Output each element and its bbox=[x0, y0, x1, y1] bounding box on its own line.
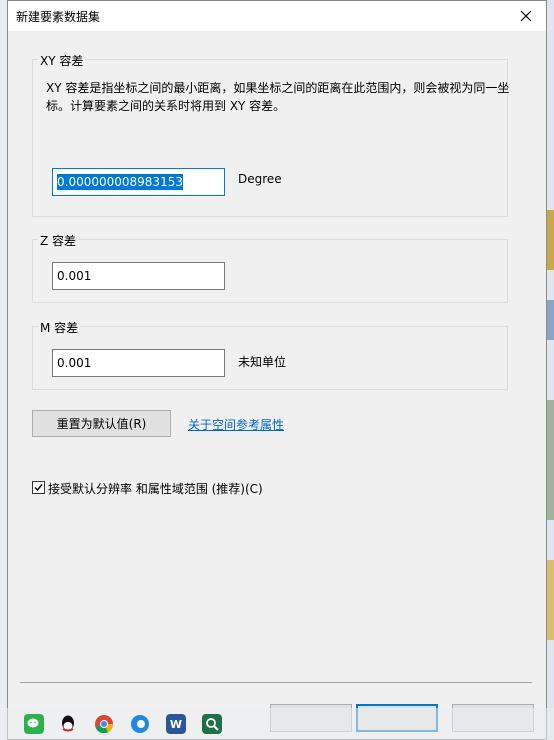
wechat-icon[interactable] bbox=[24, 714, 44, 734]
desktop-background-right bbox=[546, 0, 554, 740]
xy-tolerance-description: XY 容差是指坐标之间的最小距离，如果坐标之间的距离在此范围内，则会被视为同一坐… bbox=[46, 81, 510, 113]
dialog-title: 新建要素数据集 bbox=[16, 10, 101, 24]
m-tolerance-input[interactable]: 0.001 bbox=[52, 349, 225, 377]
m-tolerance-unit: 未知单位 bbox=[238, 355, 287, 369]
close-button[interactable] bbox=[506, 1, 546, 31]
xy-tolerance-label: XY 容差 bbox=[38, 52, 86, 69]
new-feature-dataset-dialog: 新建要素数据集 XY 容差 XY 容差是指坐标之间的最小距离，如果坐标之间的距离… bbox=[7, 0, 547, 740]
xy-tolerance-value: 0.000000008983153 bbox=[57, 174, 183, 190]
search-app-icon[interactable] bbox=[202, 714, 222, 734]
checkmark-icon bbox=[34, 484, 43, 492]
z-tolerance-label: Z 容差 bbox=[38, 232, 79, 249]
xy-tolerance-input[interactable]: 0.000000008983153 bbox=[52, 168, 225, 196]
close-icon bbox=[520, 10, 532, 22]
taskbar: W bbox=[0, 708, 554, 740]
m-tolerance-value: 0.001 bbox=[57, 356, 92, 370]
qq-icon[interactable] bbox=[58, 714, 78, 734]
title-bar: 新建要素数据集 bbox=[8, 1, 546, 31]
word-icon[interactable]: W bbox=[166, 714, 186, 734]
m-tolerance-label: M 容差 bbox=[38, 319, 81, 336]
z-tolerance-value: 0.001 bbox=[57, 269, 92, 283]
z-tolerance-input[interactable]: 0.001 bbox=[52, 262, 225, 290]
xy-tolerance-unit: Degree bbox=[238, 172, 282, 186]
accept-default-label: 接受默认分辨率 和属性域范围 (推荐)(C) bbox=[48, 482, 263, 496]
chrome-icon[interactable] bbox=[94, 714, 114, 734]
footer-divider bbox=[20, 682, 532, 683]
spatial-reference-properties-link[interactable]: 关于空间参考属性 bbox=[188, 416, 284, 433]
accept-default-checkbox[interactable] bbox=[32, 481, 45, 494]
reset-default-button[interactable]: 重置为默认值(R) bbox=[32, 410, 171, 437]
edge-icon[interactable] bbox=[130, 714, 150, 734]
